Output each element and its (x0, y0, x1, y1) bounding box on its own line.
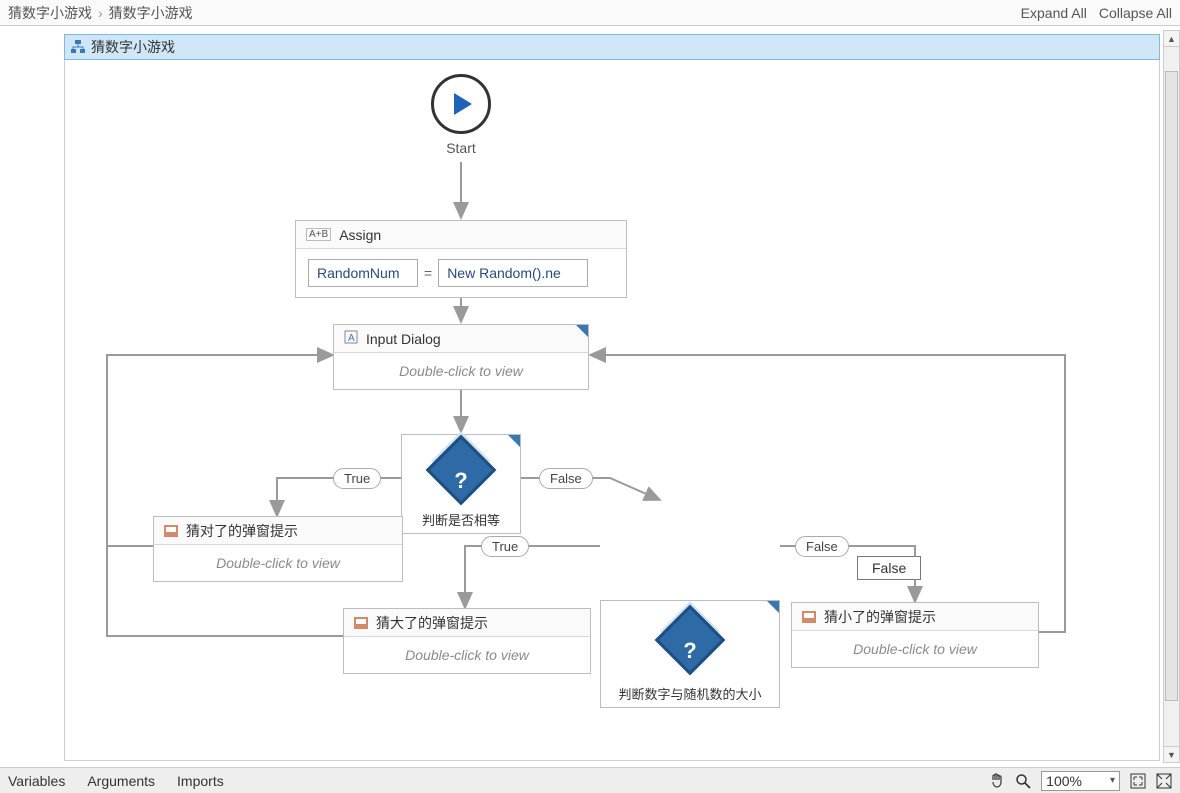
assign-activity[interactable]: A+B Assign RandomNum = New Random().ne (295, 220, 627, 298)
input-dialog-hint: Double-click to view (334, 353, 588, 389)
scrollbar-thumb[interactable] (1165, 71, 1178, 701)
start-node[interactable]: Start (431, 74, 491, 156)
assign-header: A+B Assign (296, 221, 626, 249)
breadcrumb: 猜数字小游戏 › 猜数字小游戏 (8, 3, 193, 23)
bottom-right-tools: 100% ▾ (989, 771, 1172, 791)
decision2-true-label[interactable]: True (481, 536, 529, 557)
messagebox-icon (164, 525, 178, 537)
bottom-bar: Variables Arguments Imports 100% ▾ (0, 767, 1180, 793)
assign-title: Assign (339, 227, 381, 243)
msgbox-too-small-hint: Double-click to view (792, 631, 1038, 667)
svg-text:A: A (348, 333, 355, 344)
input-dialog-activity[interactable]: A Input Dialog Double-click to view (333, 324, 589, 390)
decision-compare-label: 判断数字与随机数的大小 (601, 684, 779, 703)
flowchart-header[interactable]: 猜数字小游戏 (64, 34, 1160, 60)
decision-equal-label: 判断是否相等 (402, 510, 520, 529)
msgbox-correct-title: 猜对了的弹窗提示 (186, 521, 298, 541)
zoom-level-select[interactable]: 100% ▾ (1041, 771, 1120, 791)
tab-arguments[interactable]: Arguments (87, 773, 155, 789)
tooltip: False (857, 556, 921, 580)
decision-compare[interactable]: ? 判断数字与随机数的大小 (600, 600, 780, 708)
decision2-false-label[interactable]: False (795, 536, 849, 557)
zoom-value: 100% (1046, 773, 1082, 789)
flowchart-icon (71, 40, 85, 54)
pan-hand-icon[interactable] (989, 773, 1005, 789)
decision1-true-label[interactable]: True (333, 468, 381, 489)
expand-all-button[interactable]: Expand All (1021, 5, 1087, 21)
decision-equal[interactable]: ? 判断是否相等 (401, 434, 521, 534)
input-dialog-title: Input Dialog (366, 331, 441, 347)
collapse-all-button[interactable]: Collapse All (1099, 5, 1172, 21)
decision1-false-label[interactable]: False (539, 468, 593, 489)
scroll-down-arrow-icon[interactable]: ▼ (1163, 746, 1180, 763)
messagebox-icon (802, 611, 816, 623)
breadcrumb-current[interactable]: 猜数字小游戏 (109, 3, 193, 23)
msgbox-correct-header: 猜对了的弹窗提示 (154, 517, 402, 545)
assign-to-field[interactable]: RandomNum (308, 259, 418, 287)
vertical-scrollbar[interactable]: ▲ ▼ (1163, 30, 1180, 763)
tab-imports[interactable]: Imports (177, 773, 224, 789)
zoom-magnifier-icon[interactable] (1015, 773, 1031, 789)
msgbox-too-small[interactable]: 猜小了的弹窗提示 Double-click to view (791, 602, 1039, 668)
play-icon (446, 89, 476, 119)
question-icon: ? (454, 468, 467, 494)
tab-variables[interactable]: Variables (8, 773, 65, 789)
question-icon: ? (683, 638, 696, 664)
msgbox-correct[interactable]: 猜对了的弹窗提示 Double-click to view (153, 516, 403, 582)
messagebox-icon (354, 617, 368, 629)
breadcrumb-root[interactable]: 猜数字小游戏 (8, 3, 92, 23)
designer-canvas-area: 猜数字小游戏 (0, 26, 1180, 767)
msgbox-too-small-title: 猜小了的弹窗提示 (824, 607, 936, 627)
flowchart-title: 猜数字小游戏 (91, 37, 175, 57)
top-actions: Expand All Collapse All (1021, 5, 1172, 21)
assign-value-field[interactable]: New Random().ne (438, 259, 588, 287)
msgbox-too-big[interactable]: 猜大了的弹窗提示 Double-click to view (343, 608, 591, 674)
assign-body: RandomNum = New Random().ne (296, 249, 626, 297)
chevron-right-icon: › (98, 5, 103, 21)
assign-icon: A+B (306, 228, 331, 241)
msgbox-too-big-hint: Double-click to view (344, 637, 590, 673)
input-dialog-icon: A (344, 330, 358, 347)
chevron-down-icon: ▾ (1110, 775, 1115, 786)
msgbox-too-small-header: 猜小了的弹窗提示 (792, 603, 1038, 631)
msgbox-too-big-title: 猜大了的弹窗提示 (376, 613, 488, 633)
start-circle (431, 74, 491, 134)
overview-icon[interactable] (1156, 773, 1172, 789)
scroll-up-arrow-icon[interactable]: ▲ (1163, 30, 1180, 47)
top-bar: 猜数字小游戏 › 猜数字小游戏 Expand All Collapse All (0, 0, 1180, 26)
fit-to-screen-icon[interactable] (1130, 773, 1146, 789)
equals-label: = (424, 265, 432, 281)
msgbox-too-big-header: 猜大了的弹窗提示 (344, 609, 590, 637)
start-label: Start (431, 140, 491, 156)
msgbox-correct-hint: Double-click to view (154, 545, 402, 581)
flowchart-canvas[interactable]: Start A+B Assign RandomNum = New Random(… (64, 60, 1160, 761)
input-dialog-header: A Input Dialog (334, 325, 588, 353)
